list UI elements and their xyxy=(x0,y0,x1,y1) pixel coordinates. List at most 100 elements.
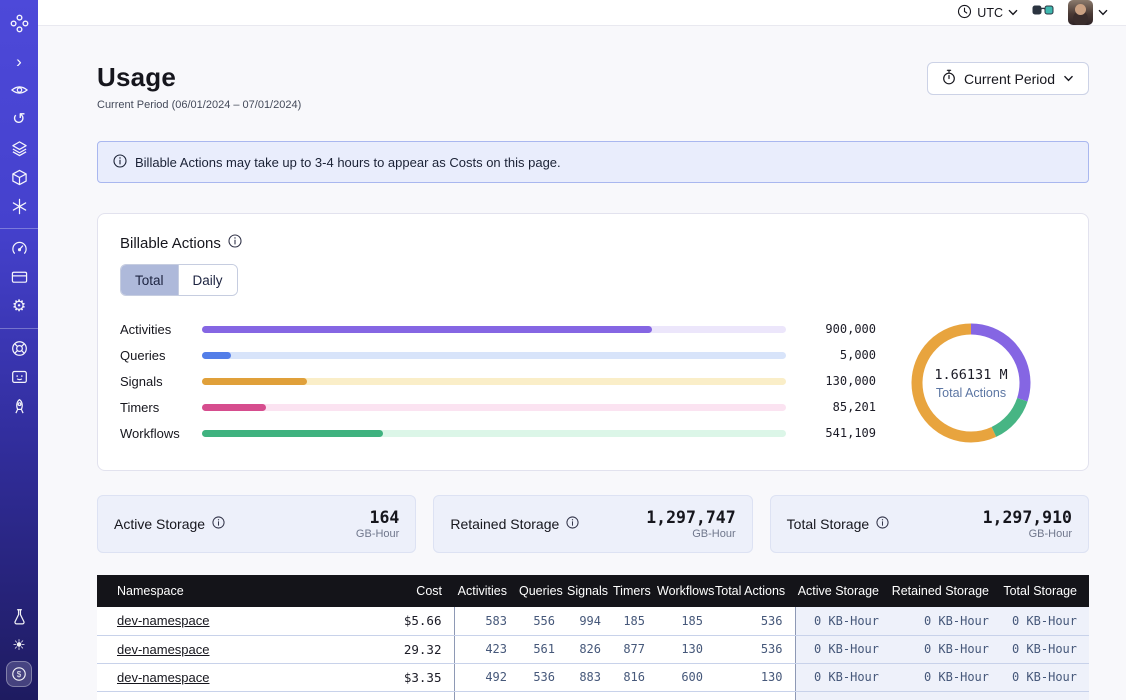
cell-workflows xyxy=(657,691,715,700)
cell-activities xyxy=(454,691,519,700)
bar-track xyxy=(202,326,786,333)
bar-label: Queries xyxy=(120,348,202,363)
asterisk-icon[interactable] xyxy=(6,193,32,219)
sidebar-divider xyxy=(0,228,38,229)
flask-icon[interactable] xyxy=(6,603,32,629)
cell-activities: 423 xyxy=(454,635,519,663)
cell-signals: 994 xyxy=(567,607,613,635)
cell-queries xyxy=(519,691,567,700)
banner-text: Billable Actions may take up to 3-4 hour… xyxy=(135,155,561,170)
info-icon[interactable] xyxy=(228,234,242,252)
glasses-icon[interactable] xyxy=(1032,3,1054,22)
info-icon[interactable] xyxy=(876,516,889,532)
cell-signals: 883 xyxy=(567,663,613,691)
info-icon[interactable] xyxy=(212,516,225,532)
bar-label: Workflows xyxy=(120,426,202,441)
eye-icon[interactable] xyxy=(6,77,32,103)
info-banner: Billable Actions may take up to 3-4 hour… xyxy=(97,141,1089,183)
cube-icon[interactable] xyxy=(6,164,32,190)
cell-queries: 561 xyxy=(519,635,567,663)
bar-row-timers: Timers 85,201 xyxy=(120,398,876,416)
bar-track xyxy=(202,430,786,437)
user-menu[interactable] xyxy=(1068,0,1108,25)
cell-total-actions xyxy=(715,691,795,700)
col-header-total-actions: Total Actions xyxy=(715,575,795,607)
cell-queries: 536 xyxy=(519,663,567,691)
bar-fill xyxy=(202,430,383,437)
timezone-label: UTC xyxy=(977,6,1003,20)
credit-card-icon[interactable] xyxy=(6,264,32,290)
bar-label: Activities xyxy=(120,322,202,337)
collapse-chevron-icon[interactable]: › xyxy=(6,48,32,74)
namespace-link[interactable]: dev-namespace xyxy=(117,613,210,628)
bar-row-workflows: Workflows 541,109 xyxy=(120,424,876,442)
cell-signals: 826 xyxy=(567,635,613,663)
cell-timers: 877 xyxy=(613,635,657,663)
cell-active-storage: 0 KB-Hour xyxy=(795,663,891,691)
temporal-logo-icon[interactable] xyxy=(6,10,32,36)
rocket-icon[interactable] xyxy=(6,393,32,419)
billable-view-toggle: Total Daily xyxy=(120,264,238,296)
billable-actions-title: Billable Actions xyxy=(120,235,221,252)
cell-active-storage xyxy=(795,691,891,700)
layers-icon[interactable] xyxy=(6,135,32,161)
info-icon[interactable] xyxy=(566,516,579,532)
cell-cost: 29.32 xyxy=(379,635,454,663)
cell-total-actions: 130 xyxy=(715,663,795,691)
total-storage-card: Total Storage 1,297,910 GB-Hour xyxy=(770,495,1089,553)
col-header-queries: Queries xyxy=(519,575,567,607)
col-header-workflows: Workflows xyxy=(657,575,715,607)
monitor-face-icon[interactable] xyxy=(6,364,32,390)
storage-summary-row: Active Storage 164 GB-Hour Retained Stor… xyxy=(97,495,1089,553)
billable-chart: Activities 900,000 Queries 5,000 Signals xyxy=(120,316,1066,450)
lifebuoy-icon[interactable] xyxy=(6,335,32,361)
topbar: UTC xyxy=(38,0,1126,26)
tab-daily[interactable]: Daily xyxy=(178,265,237,295)
col-header-total-storage: Total Storage xyxy=(1001,575,1089,607)
dollar-coin-icon[interactable]: $ xyxy=(6,661,32,687)
total-storage-unit: GB-Hour xyxy=(983,528,1072,540)
bar-track xyxy=(202,352,786,359)
table-row: dev-namespace $5.66 583 556 994 185 185 … xyxy=(97,607,1089,635)
history-icon[interactable]: ↺ xyxy=(6,106,32,132)
title-row: Usage Current Period (06/01/2024 – 07/01… xyxy=(97,62,1089,111)
bar-fill xyxy=(202,326,652,333)
table-header-row: Namespace Cost Activities Queries Signal… xyxy=(97,575,1089,607)
stopwatch-icon xyxy=(942,69,956,88)
sun-icon[interactable]: ☀ xyxy=(6,632,32,658)
cell-total-storage: 0 KB-Hour xyxy=(1001,635,1089,663)
donut-chart: 1.66131 M Total Actions xyxy=(876,316,1066,450)
donut-total-value: 1.66131 M xyxy=(934,367,1007,383)
retained-storage-label: Retained Storage xyxy=(450,516,559,532)
gear-icon[interactable]: ⚙ xyxy=(6,293,32,319)
cell-workflows: 600 xyxy=(657,663,715,691)
bar-row-queries: Queries 5,000 xyxy=(120,346,876,364)
app-root: › ↺ xyxy=(0,0,1126,700)
chevron-down-icon xyxy=(1063,75,1074,82)
timezone-dropdown[interactable]: UTC xyxy=(957,4,1018,22)
gauge-icon[interactable] xyxy=(6,235,32,261)
cell-total-storage xyxy=(1001,691,1089,700)
namespace-link[interactable]: dev-namespace xyxy=(117,642,210,657)
cell-retained-storage xyxy=(891,691,1001,700)
cell-retained-storage: 0 KB-Hour xyxy=(891,607,1001,635)
tab-total[interactable]: Total xyxy=(121,265,178,295)
cell-retained-storage: 0 KB-Hour xyxy=(891,663,1001,691)
table-row: dev-namespace $3.35 492 536 883 816 600 … xyxy=(97,663,1089,691)
bar-track xyxy=(202,378,786,385)
period-selector-button[interactable]: Current Period xyxy=(927,62,1089,95)
col-header-activities: Activities xyxy=(454,575,519,607)
bar-label: Timers xyxy=(120,400,202,415)
sidebar-nav: › ↺ xyxy=(0,0,38,700)
cell-workflows: 130 xyxy=(657,635,715,663)
col-header-timers: Timers xyxy=(613,575,657,607)
namespace-link[interactable]: dev-namespace xyxy=(117,670,210,685)
cell-cost: $5.66 xyxy=(379,607,454,635)
cell-signals xyxy=(567,691,613,700)
avatar[interactable] xyxy=(1068,0,1093,25)
active-storage-card: Active Storage 164 GB-Hour xyxy=(97,495,416,553)
chevron-down-icon xyxy=(1098,9,1108,16)
page-title: Usage xyxy=(97,62,301,93)
cell-cost: $3.35 xyxy=(379,663,454,691)
cell-timers xyxy=(613,691,657,700)
